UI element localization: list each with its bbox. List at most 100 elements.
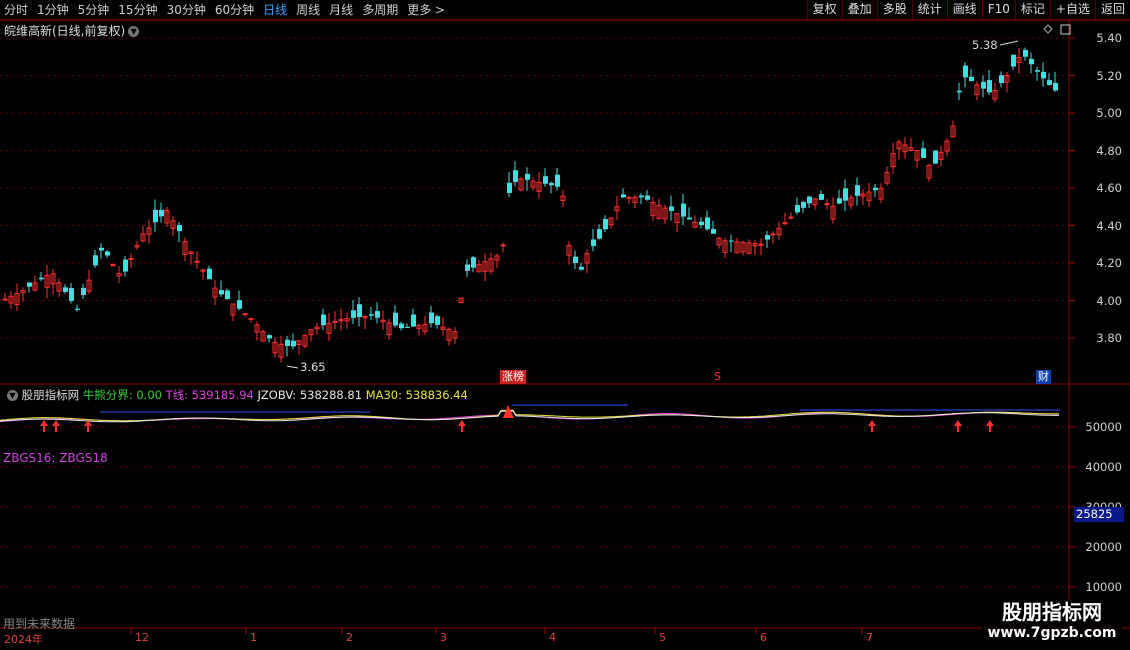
time-tick: 1 [250, 631, 257, 644]
price-tick: 5.00 [1096, 106, 1122, 120]
indicator-tick: 50000 [1085, 420, 1122, 434]
candle-body [39, 277, 44, 280]
candle-body [669, 206, 674, 211]
candle-body [435, 316, 440, 325]
candle-body [411, 314, 416, 327]
candle-body [513, 170, 518, 182]
high-label: 5.38 [972, 38, 998, 52]
candle-body [788, 216, 794, 219]
time-tick: 6 [760, 631, 767, 644]
candle-body [500, 244, 506, 247]
candle-body [225, 290, 230, 300]
cai-tag[interactable]: 财 [1036, 370, 1051, 384]
price-tick: 4.80 [1096, 143, 1122, 158]
candle-body [824, 203, 830, 206]
indicator-value: JZOBV: 538288.81 [257, 388, 366, 402]
watermark-url: www.7gpzb.com [987, 625, 1117, 641]
high-pointer [999, 40, 1019, 46]
candle-body [573, 256, 578, 263]
candle-body [591, 239, 596, 247]
candle-body [957, 90, 962, 93]
candle-body [399, 323, 404, 329]
candle-body [981, 81, 986, 89]
candle-body [471, 257, 476, 268]
candle-body [63, 287, 68, 292]
time-tick: 5 [659, 631, 666, 644]
candle-body [705, 217, 710, 230]
price-tick: 4.40 [1096, 218, 1122, 233]
buy-arrow-icon [954, 420, 962, 426]
candle-body [645, 195, 650, 200]
candle-body [351, 310, 356, 318]
price-chart[interactable]: 5.38 3.65 [0, 0, 1130, 650]
candle-body [177, 224, 182, 232]
candle-body [99, 247, 104, 251]
candle-body [357, 304, 362, 318]
candle-body [603, 219, 608, 230]
candle-body [369, 314, 374, 316]
candle-body [332, 320, 338, 323]
candle-body [69, 288, 74, 301]
candle-body [507, 182, 512, 193]
candle-body [1035, 70, 1040, 72]
candle-body [375, 311, 380, 318]
candle-body [75, 308, 80, 310]
candle-body [921, 148, 926, 158]
time-tick: 2024年 [4, 633, 43, 646]
price-tick: 5.20 [1096, 68, 1122, 83]
buy-arrow-icon [52, 420, 60, 426]
candle-body [543, 176, 548, 184]
price-tick: 4.20 [1096, 256, 1122, 270]
price-tick: 4.60 [1096, 181, 1122, 195]
s-tag[interactable]: S [712, 370, 723, 384]
indicator-value: 牛熊分界: 0.00 [82, 388, 166, 402]
gear-icon[interactable]: ▼ [7, 390, 18, 401]
watermark-name: 股朋指标网 [1002, 600, 1102, 624]
candle-body [1011, 54, 1016, 67]
zhangbang-tag[interactable]: 涨榜 [500, 370, 526, 384]
candle-body [465, 264, 470, 271]
future-data-note: 用到未来数据 [3, 617, 76, 631]
candle-body [27, 282, 32, 287]
candle-body [200, 269, 206, 272]
time-tick: 12 [135, 631, 149, 644]
candle-body [248, 317, 254, 320]
low-label: 3.65 [300, 360, 326, 374]
candle-body [597, 229, 602, 239]
indicator-name: 股朋指标网 [21, 388, 80, 402]
candle-body [525, 173, 530, 180]
candle-body [1047, 80, 1052, 85]
jzobv-line [0, 410, 1059, 423]
candle-body [242, 313, 248, 316]
candle-body [873, 187, 878, 191]
watermark: 股朋指标网 www.7gpzb.com [982, 600, 1122, 642]
candle-body [291, 340, 296, 347]
buy-arrow-icon [40, 420, 48, 426]
candle-body [1023, 49, 1028, 57]
current-value-badge: 25825 [1074, 507, 1124, 522]
candle-body [219, 290, 224, 295]
indicator-value: MA30: 538836.44 [365, 388, 468, 402]
price-tick: 5.40 [1096, 31, 1122, 45]
candle-body [153, 209, 158, 223]
candle-body [801, 201, 806, 208]
candle-body [729, 240, 734, 242]
candle-body [393, 312, 398, 326]
candle-body [128, 258, 134, 261]
indicator-tick: 20000 [1085, 540, 1122, 554]
price-tick: 3.80 [1096, 331, 1122, 345]
candle-body [837, 198, 842, 204]
candle-body [207, 268, 212, 280]
candle-body [579, 266, 584, 270]
candle-body [639, 195, 644, 198]
buy-arrow-icon [458, 420, 466, 426]
candle-body [429, 312, 434, 324]
candle-body [819, 193, 824, 200]
candle-body [105, 251, 110, 256]
candle-body [795, 205, 800, 213]
candle-body [687, 217, 692, 220]
time-tick: 4 [549, 631, 556, 644]
candle-body [405, 326, 410, 328]
candle-body [807, 196, 812, 204]
candle-body [549, 183, 554, 186]
